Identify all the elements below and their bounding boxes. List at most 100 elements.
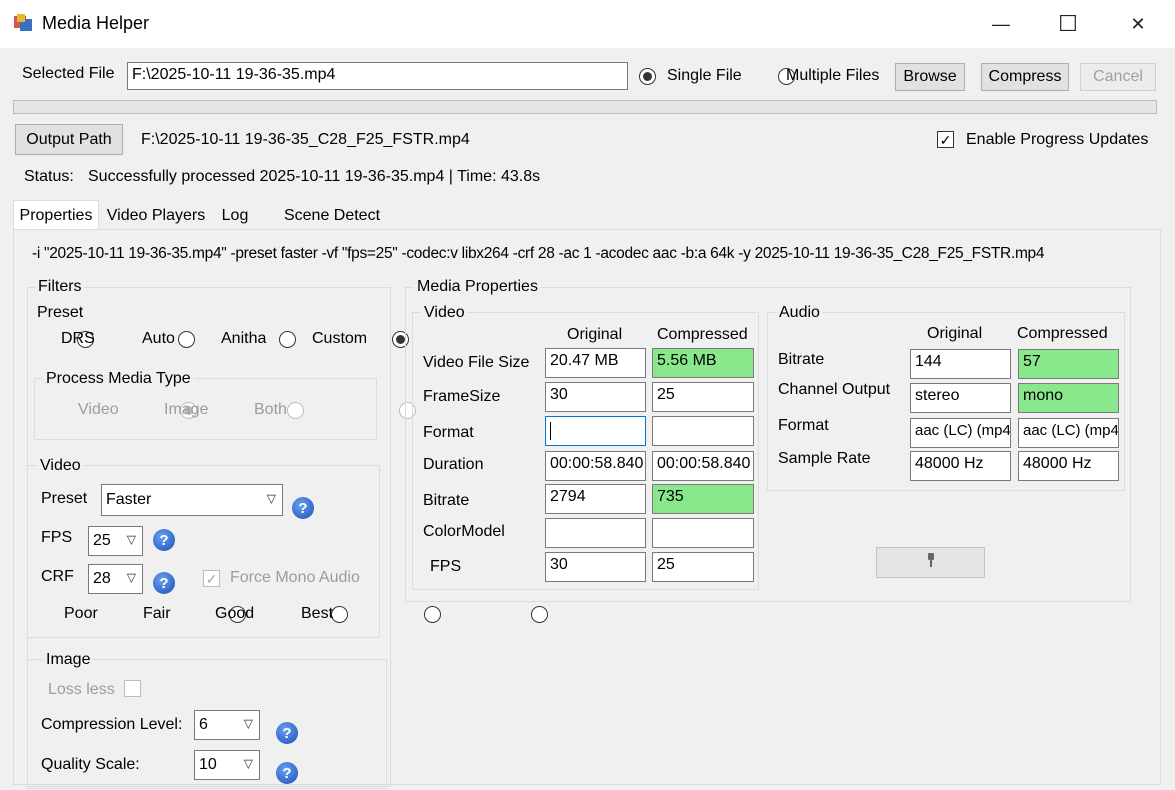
video-compressed-value[interactable]: 25: [652, 382, 754, 412]
audio-row-label: Bitrate: [778, 351, 825, 368]
compression-level-value: 6: [199, 716, 208, 733]
single-file-radio[interactable]: [639, 68, 656, 85]
tab-scene-detect[interactable]: Scene Detect: [277, 203, 387, 229]
video-row-label: FrameSize: [423, 388, 501, 405]
audio-row-label: Channel Output: [778, 381, 891, 398]
single-file-label: Single File: [667, 67, 742, 84]
fps-help-icon[interactable]: ?: [153, 529, 175, 551]
video-original-value[interactable]: [545, 416, 646, 446]
video-original-value[interactable]: 00:00:58.840: [545, 451, 646, 481]
compression-level-select[interactable]: 6 ▽: [194, 710, 260, 740]
video-preset-select[interactable]: Faster ▽: [101, 484, 283, 516]
video-compressed-value[interactable]: 735: [652, 484, 754, 514]
video-original-value[interactable]: 20.47 MB: [545, 348, 646, 378]
pin-button[interactable]: [876, 547, 985, 578]
cancel-button[interactable]: Cancel: [1080, 63, 1156, 91]
audio-original-value[interactable]: aac (LC) (mp4a: [910, 418, 1011, 448]
video-row-label: ColorModel: [423, 523, 505, 540]
video-original-value[interactable]: 30: [545, 382, 646, 412]
tab-properties[interactable]: Properties: [13, 200, 99, 231]
quality-good-radio[interactable]: [423, 606, 441, 623]
quality-good-label: Good: [215, 605, 255, 622]
video-original-value[interactable]: 30: [545, 552, 646, 582]
progress-updates-checkbox[interactable]: ✓: [937, 131, 954, 148]
audio-row-label: Sample Rate: [778, 450, 871, 467]
media-properties-title: Media Properties: [414, 278, 541, 296]
app-icon: [14, 14, 34, 32]
command-text: -i "2025-10-11 19-36-35.mp4" -preset fas…: [32, 245, 1045, 262]
chevron-down-icon: ▽: [243, 756, 253, 771]
force-mono-checkbox[interactable]: ✓: [203, 570, 220, 587]
preset-anitha-radio[interactable]: [278, 331, 296, 348]
crf-select[interactable]: 28 ▽: [88, 564, 143, 594]
progress-updates-label: Enable Progress Updates: [966, 131, 1149, 148]
video-compressed-value[interactable]: [652, 518, 754, 548]
multiple-files-label: Multiple Files: [786, 67, 880, 84]
quality-scale-help-icon[interactable]: ?: [276, 762, 298, 784]
minimize-button[interactable]: —: [971, 0, 1031, 48]
tab-log[interactable]: Log: [214, 203, 256, 229]
audio-original-value[interactable]: 144: [910, 349, 1011, 379]
audio-row-label: Format: [778, 417, 829, 434]
quality-fair-radio[interactable]: [330, 606, 348, 623]
filters-title: Filters: [35, 278, 85, 296]
force-mono-label: Force Mono Audio: [230, 569, 360, 586]
quality-scale-label: Quality Scale:: [41, 756, 140, 773]
video-compressed-value[interactable]: 00:00:58.840: [652, 451, 754, 481]
video-original-value[interactable]: 2794: [545, 484, 646, 514]
audio-compressed-value[interactable]: aac (LC) (mp4a: [1018, 418, 1119, 448]
media-type-title: Process Media Type: [43, 370, 194, 388]
output-path-button[interactable]: Output Path: [15, 124, 123, 155]
video-compressed-value[interactable]: [652, 416, 754, 446]
video-row-label: Duration: [423, 456, 484, 473]
crf-value: 28: [93, 570, 111, 587]
status-text: Successfully processed 2025-10-11 19-36-…: [88, 168, 541, 185]
tab-video-players[interactable]: Video Players: [102, 203, 210, 229]
pin-icon: [926, 553, 936, 572]
status-label: Status:: [24, 168, 74, 185]
audio-col-compressed: Compressed: [1017, 325, 1108, 342]
chevron-down-icon: ▽: [266, 491, 276, 506]
video-row-label: Video File Size: [423, 354, 530, 371]
quality-scale-select[interactable]: 10 ▽: [194, 750, 260, 780]
quality-fair-label: Fair: [143, 605, 171, 622]
preset-help-icon[interactable]: ?: [292, 497, 314, 519]
crf-help-icon[interactable]: ?: [153, 572, 175, 594]
audio-compressed-value[interactable]: 48000 Hz: [1018, 451, 1119, 481]
lossless-checkbox[interactable]: [124, 680, 141, 697]
crf-label: CRF: [41, 568, 74, 585]
lossless-label: Loss less: [48, 681, 115, 698]
output-path-text: F:\2025-10-11 19-36-35_C28_F25_FSTR.mp4: [141, 131, 470, 148]
selected-file-label: Selected File: [22, 65, 115, 82]
compress-button[interactable]: Compress: [981, 63, 1069, 91]
chevron-down-icon: ▽: [243, 716, 253, 731]
filter-preset-label: Preset: [37, 304, 84, 321]
quality-best-label: Best: [301, 605, 334, 622]
audio-compressed-value[interactable]: 57: [1018, 349, 1119, 379]
video-compressed-value[interactable]: 5.56 MB: [652, 348, 754, 378]
video-row-label: FPS: [430, 558, 462, 575]
window-title: Media Helper: [42, 13, 150, 33]
audio-original-value[interactable]: stereo: [910, 383, 1011, 413]
chevron-down-icon: ▽: [126, 532, 136, 547]
title-bar: Media Helper — ☐ ✕: [0, 0, 1175, 49]
fps-value: 25: [93, 532, 111, 549]
close-button[interactable]: ✕: [1108, 0, 1168, 48]
video-col-compressed: Compressed: [657, 326, 748, 343]
selected-file-input[interactable]: F:\2025-10-11 19-36-35.mp4: [127, 62, 628, 90]
video-compressed-value[interactable]: 25: [652, 552, 754, 582]
audio-compressed-value[interactable]: mono: [1018, 383, 1119, 413]
compression-help-icon[interactable]: ?: [276, 722, 298, 744]
video-original-value[interactable]: [545, 518, 646, 548]
maximize-button[interactable]: ☐: [1038, 0, 1098, 48]
fps-select[interactable]: 25 ▽: [88, 526, 143, 556]
preset-anitha-label: Anitha: [221, 330, 267, 347]
audio-original-value[interactable]: 48000 Hz: [910, 451, 1011, 481]
image-settings-title: Image: [43, 651, 94, 669]
audio-col-original: Original: [927, 325, 983, 342]
video-row-label: Bitrate: [423, 492, 470, 509]
text-cursor: [550, 422, 551, 440]
browse-button[interactable]: Browse: [895, 63, 965, 91]
quality-poor-label: Poor: [64, 605, 98, 622]
preset-auto-label: Auto: [142, 330, 175, 347]
